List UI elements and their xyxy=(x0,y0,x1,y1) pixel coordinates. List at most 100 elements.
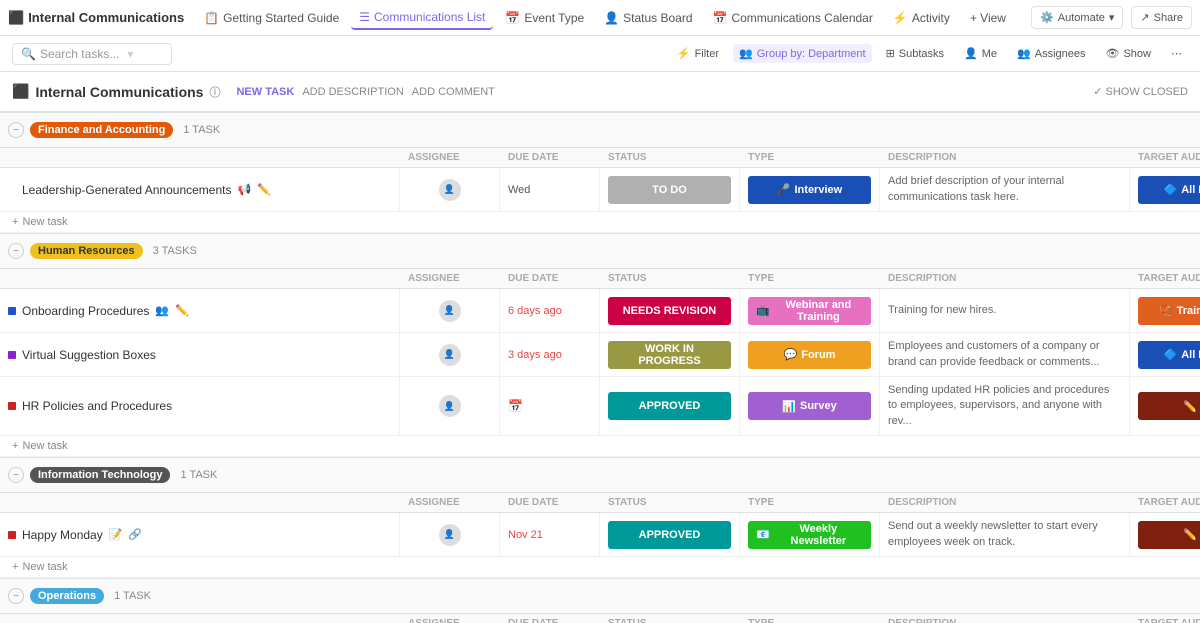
target-icon: ✏️ xyxy=(1183,528,1197,541)
col-status-ops: STATUS xyxy=(600,614,740,623)
task-name-text[interactable]: Leadership-Generated Announcements xyxy=(22,183,231,197)
col-status-hr: STATUS xyxy=(600,269,740,288)
type-cell[interactable]: 💬 Forum xyxy=(740,333,880,376)
show-closed-button[interactable]: ✓ SHOW CLOSED xyxy=(1093,85,1188,98)
status-badge[interactable]: WORK IN PROGRESS xyxy=(608,341,731,369)
add-description-button[interactable]: ADD DESCRIPTION xyxy=(302,86,403,98)
task-name-text[interactable]: Happy Monday xyxy=(22,528,103,542)
main-content: − Finance and Accounting 1 TASK ASSIGNEE… xyxy=(0,112,1200,623)
type-cell[interactable]: 📧 Weekly Newsletter xyxy=(740,513,880,556)
target-cell[interactable]: ✏️ All Employees xyxy=(1130,377,1200,435)
me-button[interactable]: 👤 Me xyxy=(958,44,1003,63)
type-badge[interactable]: 📺 Webinar and Training xyxy=(748,297,871,325)
type-badge[interactable]: 📧 Weekly Newsletter xyxy=(748,521,871,549)
page-title-text: Internal Communications xyxy=(35,84,203,100)
status-cell[interactable]: NEEDS REVISION xyxy=(600,289,740,332)
status-badge[interactable]: TO DO xyxy=(608,176,731,204)
tab-communications-list[interactable]: ☰ Communications List xyxy=(351,6,493,30)
target-cell[interactable]: 🔷 All Department Heads xyxy=(1130,333,1200,376)
target-icon: 🔷 xyxy=(1163,348,1177,361)
group-by-button[interactable]: 👥 Group by: Department xyxy=(733,44,872,63)
group-by-label: Group by: Department xyxy=(757,48,866,60)
group-finance: − Finance and Accounting 1 TASK ASSIGNEE… xyxy=(0,112,1200,233)
target-badge[interactable]: ✏️ All Employees xyxy=(1138,521,1200,549)
target-cell[interactable]: 🏹 Trainees and New Hires xyxy=(1130,289,1200,332)
status-badge[interactable]: APPROVED xyxy=(608,521,731,549)
task-name-text[interactable]: Virtual Suggestion Boxes xyxy=(22,348,156,362)
status-cell[interactable]: APPROVED xyxy=(600,377,740,435)
col-description-ops: DESCRIPTION xyxy=(880,614,1130,623)
target-badge[interactable]: 🔷 All Department Heads xyxy=(1138,341,1200,369)
type-cell[interactable]: 📺 Webinar and Training xyxy=(740,289,880,332)
assignees-button[interactable]: 👥 Assignees xyxy=(1011,44,1091,63)
col-description-hr: DESCRIPTION xyxy=(880,269,1130,288)
automate-button[interactable]: ⚙️ Automate ▾ xyxy=(1031,6,1123,29)
subtasks-button[interactable]: ⊞ Subtasks xyxy=(880,44,950,63)
show-icon: 👁 xyxy=(1106,47,1120,60)
type-cell[interactable]: 📊 Survey xyxy=(740,377,880,435)
due-date-cell: Wed xyxy=(500,168,600,211)
tab-calendar[interactable]: 📅 Communications Calendar xyxy=(705,7,881,29)
task-name-cell: Leadership-Generated Announcements 📢 ✏️ xyxy=(0,168,400,211)
type-cell[interactable]: 🎤 Interview xyxy=(740,168,880,211)
group-collapse-hr[interactable]: − xyxy=(8,243,24,259)
status-cell[interactable]: TO DO xyxy=(600,168,740,211)
chevron-down-icon: ▾ xyxy=(127,47,133,61)
col-status-it: STATUS xyxy=(600,493,740,512)
toolbar: 🔍 Search tasks... ▾ ⚡ Filter 👥 Group by:… xyxy=(0,36,1200,72)
new-task-button-hr[interactable]: + New task xyxy=(0,436,1200,457)
show-button[interactable]: 👁 Show xyxy=(1100,44,1158,63)
description-cell: Training for new hires. xyxy=(880,289,1130,332)
new-task-button-finance[interactable]: + New task xyxy=(0,212,1200,233)
share-button[interactable]: ↗ Share xyxy=(1131,6,1192,29)
filter-button[interactable]: ⚡ Filter xyxy=(671,44,725,63)
assignees-label: Assignees xyxy=(1035,48,1086,60)
group-collapse-finance[interactable]: − xyxy=(8,122,24,138)
target-cell[interactable]: 🔷 All Department Heads xyxy=(1130,168,1200,211)
status-cell[interactable]: APPROVED xyxy=(600,513,740,556)
info-icon[interactable]: ⓘ xyxy=(209,84,220,100)
group-collapse-it[interactable]: − xyxy=(8,467,24,483)
status-badge[interactable]: NEEDS REVISION xyxy=(608,297,731,325)
group-header-hr: − Human Resources 3 TASKS xyxy=(0,233,1200,269)
priority-indicator-red xyxy=(8,531,16,539)
group-collapse-operations[interactable]: − xyxy=(8,588,24,604)
target-badge[interactable]: ✏️ All Employees xyxy=(1138,392,1200,420)
target-badge[interactable]: 🔷 All Department Heads xyxy=(1138,176,1200,204)
top-nav: ⬛ Internal Communications 📋 Getting Star… xyxy=(0,0,1200,36)
tab-activity[interactable]: ⚡ Activity xyxy=(885,7,958,29)
tab-icon: ☰ xyxy=(359,10,370,24)
target-cell[interactable]: ✏️ All Employees xyxy=(1130,513,1200,556)
task-name-text[interactable]: HR Policies and Procedures xyxy=(22,399,172,413)
add-comment-button[interactable]: ADD COMMENT xyxy=(412,86,495,98)
tab-event-type[interactable]: 📅 Event Type xyxy=(497,7,592,29)
status-cell[interactable]: WORK IN PROGRESS xyxy=(600,333,740,376)
col-assignee-hr: ASSIGNEE xyxy=(400,269,500,288)
type-badge[interactable]: 📊 Survey xyxy=(748,392,871,420)
status-badge[interactable]: APPROVED xyxy=(608,392,731,420)
filter-icon: ⚡ xyxy=(677,47,691,60)
type-badge[interactable]: 💬 Forum xyxy=(748,341,871,369)
tab-add-view[interactable]: + View xyxy=(962,7,1014,29)
target-badge[interactable]: 🏹 Trainees and New Hires xyxy=(1138,297,1200,325)
page-title: ⬛ Internal Communications ⓘ xyxy=(12,83,220,100)
type-text: Webinar and Training xyxy=(774,299,863,323)
tab-status-board[interactable]: 👤 Status Board xyxy=(596,7,700,29)
tab-icon: 📅 xyxy=(713,11,728,25)
more-options-button[interactable]: ⋯ xyxy=(1165,44,1188,63)
type-badge[interactable]: 🎤 Interview xyxy=(748,176,871,204)
assignees-icon: 👥 xyxy=(1017,47,1031,60)
tab-label: + View xyxy=(970,11,1006,25)
tab-label: Communications List xyxy=(374,10,485,24)
app-logo: ⬛ Internal Communications xyxy=(8,10,184,26)
group-label-operations: Operations xyxy=(30,588,104,604)
task-name-cell: Virtual Suggestion Boxes xyxy=(0,333,400,376)
filter-label: Filter xyxy=(695,48,719,60)
new-task-button-it[interactable]: + New task xyxy=(0,557,1200,578)
task-name-text[interactable]: Onboarding Procedures xyxy=(22,304,149,318)
tab-getting-started[interactable]: 📋 Getting Started Guide xyxy=(196,7,347,29)
tab-label: Communications Calendar xyxy=(731,11,872,25)
page-actions: NEW TASK ADD DESCRIPTION ADD COMMENT xyxy=(236,86,494,98)
search-input[interactable]: 🔍 Search tasks... ▾ xyxy=(12,43,172,65)
new-task-button[interactable]: NEW TASK xyxy=(236,86,294,98)
